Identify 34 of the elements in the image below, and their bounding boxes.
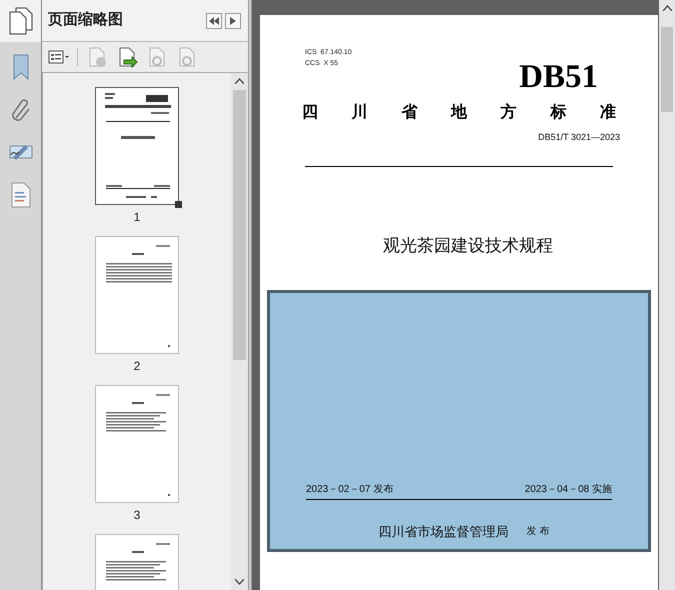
issuer: 四川省市场监督管理局 xyxy=(378,522,509,540)
standard-number: DB51/T 3021—2023 xyxy=(538,131,620,144)
right-arrow-icon xyxy=(230,16,236,24)
pages-icon[interactable] xyxy=(8,7,32,35)
scrollbar[interactable] xyxy=(659,0,675,590)
scrollbar-thumb[interactable] xyxy=(661,27,673,112)
standard-code: DB51 xyxy=(519,59,598,95)
publish-date: 2023－02－07 发布 xyxy=(306,482,394,496)
standard-category-character: 标 xyxy=(550,102,566,123)
expand-panel-button[interactable] xyxy=(225,12,241,28)
bookmark-icon[interactable] xyxy=(12,54,30,80)
scrollbar[interactable] xyxy=(231,73,248,590)
panel-title: 页面缩略图 xyxy=(48,10,123,30)
document-title: 观光茶园建设技术规程 xyxy=(383,234,553,256)
issue-label: 发 布 xyxy=(526,524,550,539)
selection-handle[interactable] xyxy=(175,201,182,208)
standard-category-character: 省 xyxy=(401,102,418,123)
page-number: 2 xyxy=(134,360,140,372)
paperclip-icon[interactable] xyxy=(10,98,32,124)
document-icon[interactable] xyxy=(10,182,30,208)
standard-category-character: 方 xyxy=(500,102,517,123)
page-thumbnail[interactable] xyxy=(95,385,179,503)
collapse-panel-button[interactable] xyxy=(206,12,222,28)
page-number: 3 xyxy=(134,509,140,521)
page-thumbnail[interactable] xyxy=(95,87,179,205)
standard-category-character: 准 xyxy=(600,102,616,123)
page-number: 1 xyxy=(134,211,140,223)
page-thumbnail[interactable] xyxy=(95,236,179,354)
double-left-arrow-icon xyxy=(209,16,219,24)
scrollbar-thumb[interactable] xyxy=(233,90,246,360)
standard-category-character: 四 xyxy=(302,103,318,123)
standard-category-character: 川 xyxy=(352,102,368,123)
standard-category-character: 地 xyxy=(450,102,467,123)
effective-date: 2023－04－08 实施 xyxy=(524,482,612,496)
